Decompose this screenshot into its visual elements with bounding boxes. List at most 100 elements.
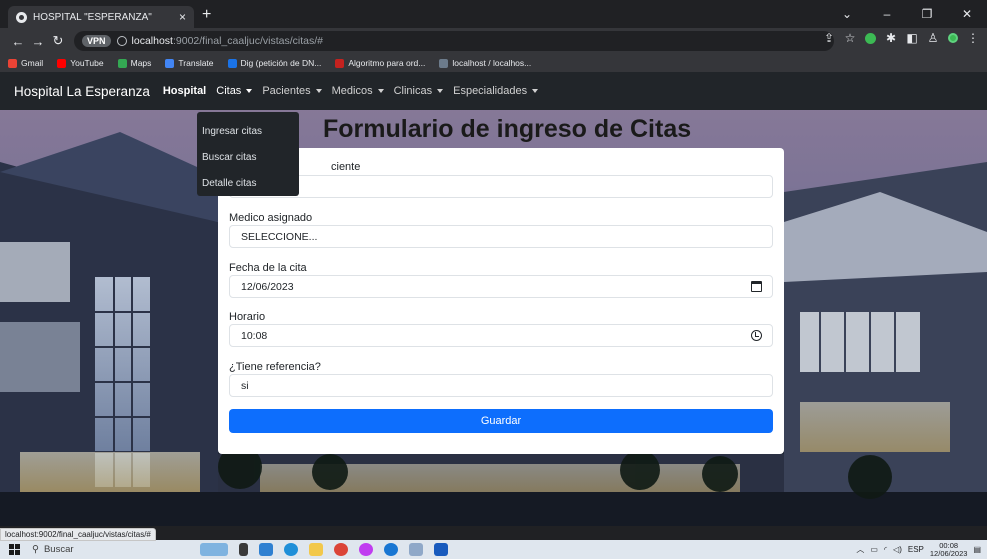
paciente-input[interactable] — [229, 175, 773, 198]
nav-clinicas-label: Clinicas — [393, 85, 433, 97]
extension-green-icon[interactable] — [865, 32, 876, 44]
nav-citas[interactable]: Citas — [216, 85, 253, 97]
extensions-puzzle-icon[interactable]: ✱ — [885, 31, 897, 45]
fecha-label: Fecha de la cita — [229, 262, 307, 274]
calendar-icon[interactable] — [751, 281, 762, 292]
nav-especialidades[interactable]: Especialidades — [453, 85, 539, 97]
bookmark-label: Maps — [130, 58, 152, 68]
window-controls: ⌄ – ❐ ✕ — [827, 0, 987, 28]
wifi-icon[interactable]: ◜ — [884, 545, 887, 554]
notifications-icon[interactable]: ▤ — [973, 545, 981, 554]
nav-pacientes[interactable]: Pacientes — [262, 85, 322, 97]
referencia-input[interactable]: si — [229, 374, 773, 397]
tab-close-icon[interactable]: × — [179, 10, 186, 24]
menu-kebab-icon[interactable]: ⋮ — [967, 31, 979, 45]
language-indicator[interactable]: ESP — [908, 545, 924, 554]
opera-icon[interactable] — [359, 543, 373, 556]
close-window-button[interactable]: ✕ — [947, 0, 987, 28]
file-explorer-icon[interactable] — [309, 543, 323, 556]
clock-icon[interactable] — [751, 330, 762, 341]
citas-form: ciente Medico asignado SELECCIONE... Fec… — [218, 148, 784, 454]
bookmark-item[interactable]: Algoritmo para ord... — [335, 58, 425, 68]
vpn-badge[interactable]: VPN — [82, 35, 111, 47]
nav-hospital[interactable]: Hospital — [163, 85, 206, 97]
nav-clinicas[interactable]: Clinicas — [394, 85, 444, 97]
taskbar-apps — [200, 543, 448, 556]
widgets-icon[interactable] — [200, 543, 228, 556]
status-bar-url: localhost:9002/final_caaljuc/vistas/cita… — [0, 528, 156, 541]
new-tab-button[interactable]: + — [202, 6, 211, 24]
medico-label: Medico asignado — [229, 212, 313, 224]
chrome-favicon-icon — [16, 11, 27, 23]
tray-chevron-up-icon[interactable]: ︿ — [856, 544, 864, 555]
medico-select[interactable]: SELECCIONE... — [229, 225, 773, 248]
menu-item-detalle-citas[interactable]: Detalle citas — [197, 170, 299, 196]
back-arrow-icon[interactable]: ← — [8, 34, 28, 49]
menu-item-ingresar-citas[interactable]: Ingresar citas — [197, 118, 299, 144]
bookmark-item[interactable]: Maps — [117, 58, 152, 68]
reload-icon[interactable]: ↻ — [48, 33, 68, 49]
profile-icon[interactable]: ♙ — [927, 31, 939, 45]
horario-time-input[interactable]: 10:08 — [229, 324, 773, 347]
bookmark-item[interactable]: YouTube — [57, 58, 104, 68]
nav-especialidades-label: Especialidades — [453, 85, 528, 97]
taskbar-clock[interactable]: 00:08 12/06/2023 — [929, 541, 968, 558]
share-icon[interactable]: ⇪ — [823, 31, 835, 45]
minimize-button[interactable]: – — [867, 0, 907, 28]
windows-start-icon[interactable] — [0, 544, 28, 555]
browser-tab[interactable]: HOSPITAL "ESPERANZA" × — [8, 6, 194, 28]
url-host: localhost — [131, 35, 173, 47]
bookmark-item[interactable]: localhost / localhos... — [439, 58, 531, 68]
horario-label: Horario — [229, 311, 266, 323]
edge-icon[interactable] — [284, 543, 298, 556]
vscode-icon[interactable] — [259, 543, 273, 556]
tab-search-chevron-icon[interactable]: ⌄ — [827, 0, 867, 28]
clock-date: 12/06/2023 — [929, 548, 968, 558]
task-view-icon[interactable] — [239, 543, 248, 556]
referencia-label: ¿Tiene referencia? — [229, 361, 321, 373]
side-panel-icon[interactable]: ◧ — [906, 31, 918, 45]
bookmark-star-icon[interactable]: ☆ — [844, 31, 856, 45]
chevron-down-icon — [532, 89, 539, 94]
system-tray: ︿ ▭ ◜ ◁) ESP 00:08 12/06/2023 ▤ — [856, 540, 981, 559]
site-info-icon[interactable] — [116, 36, 127, 46]
taskbar-search[interactable]: ⚲ Buscar — [28, 540, 188, 559]
chevron-down-icon — [437, 89, 444, 94]
word-icon[interactable] — [434, 543, 448, 556]
search-icon: ⚲ — [32, 544, 39, 555]
chrome-icon[interactable] — [334, 543, 348, 556]
menu-item-buscar-citas[interactable]: Buscar citas — [197, 144, 299, 170]
volume-icon[interactable]: ◁) — [893, 545, 902, 554]
bookmark-item[interactable]: Gmail — [8, 58, 43, 68]
bookmark-favicon-icon — [117, 58, 127, 68]
citas-dropdown-menu: Ingresar citas Buscar citas Detalle cita… — [197, 112, 299, 196]
maximize-button[interactable]: ❐ — [907, 0, 947, 28]
bookmark-label: Translate — [178, 58, 214, 68]
chevron-down-icon — [315, 89, 322, 94]
store-icon[interactable] — [409, 543, 423, 556]
battery-icon[interactable]: ▭ — [870, 545, 878, 554]
horario-value: 10:08 — [241, 329, 268, 342]
bookmark-favicon-icon — [8, 58, 17, 68]
bookmark-label: Gmail — [21, 58, 44, 68]
bookmark-item[interactable]: Translate — [165, 58, 214, 68]
forward-arrow-icon[interactable]: → — [28, 34, 48, 49]
bookmark-favicon-icon — [227, 58, 237, 68]
bookmark-favicon-icon — [439, 58, 449, 68]
bookmarks-bar: Gmail YouTube Maps Translate Dig (petición d… — [0, 54, 987, 72]
update-status-icon[interactable] — [948, 33, 958, 43]
bookmark-favicon-icon — [335, 58, 345, 68]
url-input[interactable]: VPN localhost:9002/final_caaljuc/vistas/… — [74, 31, 834, 51]
bookmark-item[interactable]: Dig (petición de DN... — [227, 58, 321, 68]
browser-app-icon[interactable] — [384, 543, 398, 556]
browser-tabstrip: HOSPITAL "ESPERANZA" × + ⌄ – ❐ ✕ — [0, 0, 987, 28]
navbar-brand[interactable]: Hospital La Esperanza — [14, 84, 150, 99]
guardar-button[interactable]: Guardar — [229, 409, 773, 433]
url-path: :9002/final_caaljuc/vistas/citas/# — [172, 35, 323, 47]
page-title: Formulario de ingreso de Citas — [323, 115, 692, 143]
fecha-date-input[interactable]: 12/06/2023 — [229, 275, 773, 298]
nav-medicos[interactable]: Medicos — [332, 85, 384, 97]
bookmark-label: YouTube — [70, 58, 104, 68]
referencia-value: si — [241, 379, 249, 392]
paciente-label: ciente — [331, 161, 361, 173]
